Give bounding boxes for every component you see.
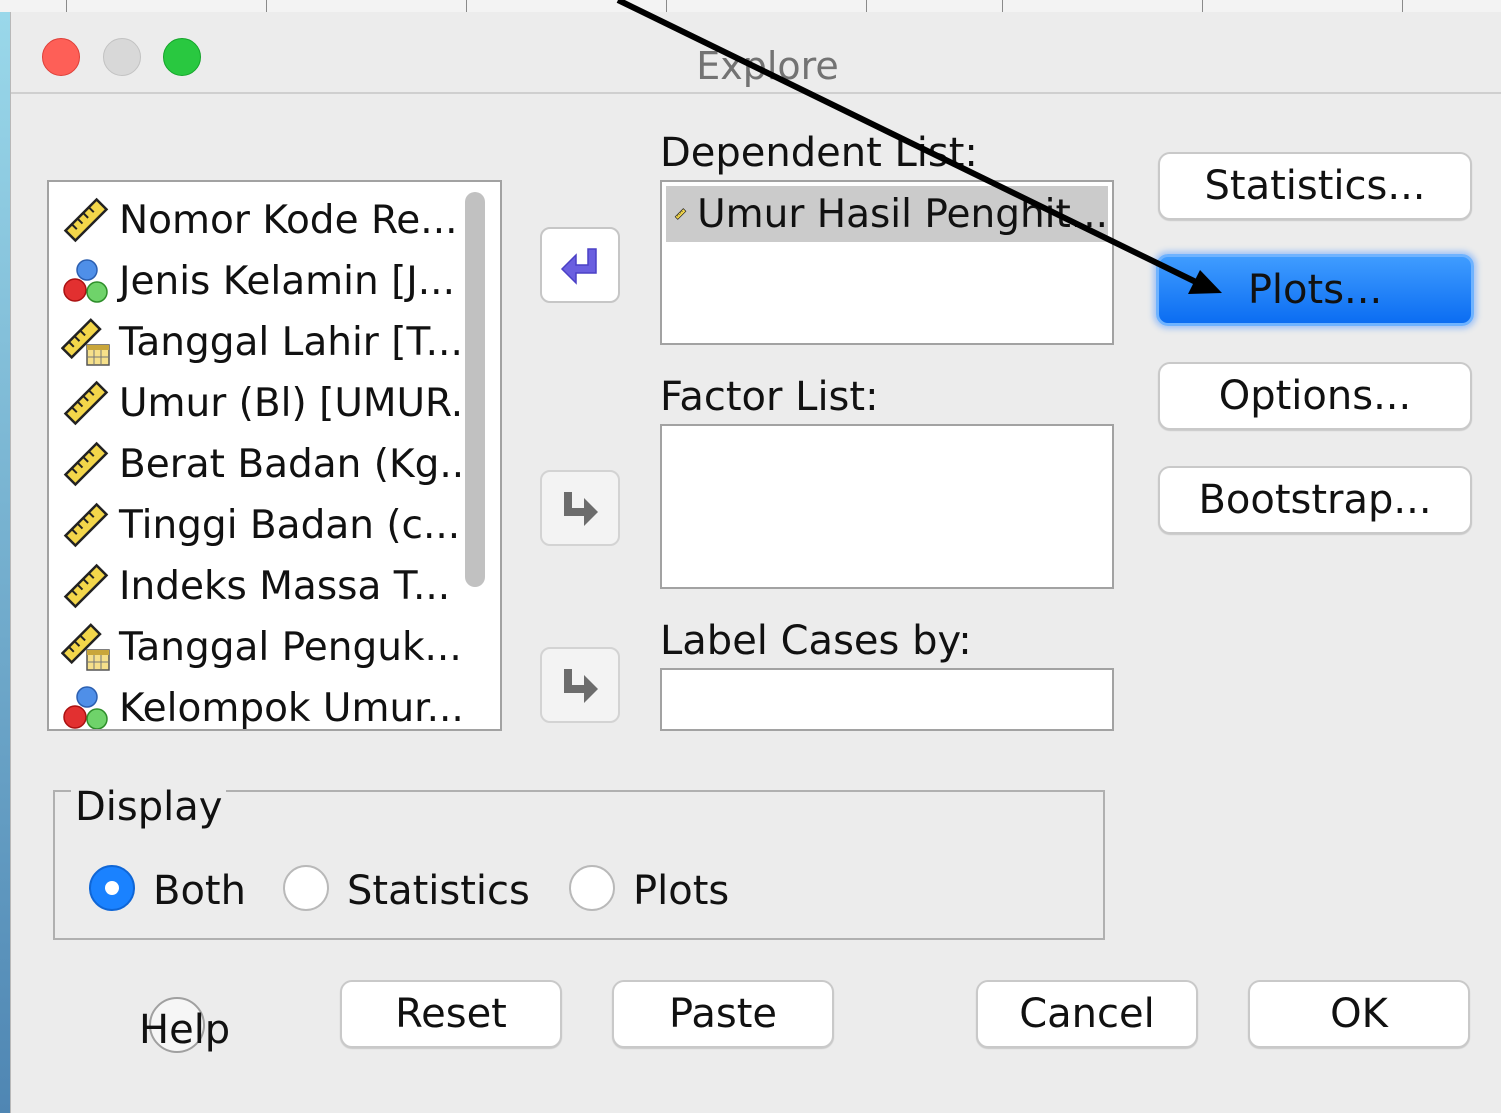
plots-button[interactable]: Plots... [1156, 254, 1474, 326]
variable-list-item[interactable]: Kelompok Umur... [61, 680, 464, 731]
options-button[interactable]: Options... [1158, 362, 1472, 430]
explore-dialog: Explore Nomor Kode Re... Jenis Kelamin [J… [10, 12, 1501, 1113]
sheet-cell [66, 0, 267, 12]
title-bar: Explore [11, 12, 1501, 94]
factor-list-label: Factor List: [660, 374, 879, 420]
sheet-cell [1202, 0, 1403, 12]
variable-list-item[interactable]: Jenis Kelamin [J... [61, 253, 455, 309]
background-desktop [0, 12, 10, 1113]
factor-list[interactable] [660, 424, 1114, 589]
arrow-right-icon [564, 492, 598, 526]
sheet-cell [666, 0, 867, 12]
variable-label: Kelompok Umur... [119, 685, 464, 731]
variable-label: Tanggal Lahir [T... [119, 319, 463, 365]
arrow-right-icon [564, 669, 598, 703]
display-plots-label[interactable]: Plots [633, 868, 729, 914]
variable-label: Indeks Massa T... [119, 563, 451, 609]
variable-label: Nomor Kode Re... [119, 197, 458, 243]
label-cases-field[interactable] [660, 668, 1114, 731]
sheet-cell [1002, 0, 1203, 12]
display-legend: Display [71, 784, 227, 830]
display-statistics-label[interactable]: Statistics [347, 868, 530, 914]
display-plots-radio[interactable] [569, 865, 615, 911]
variable-list-item[interactable]: Umur (Bl) [UMUR... [61, 375, 488, 431]
scale-ruler-icon [674, 208, 687, 220]
date-ruler-icon [61, 318, 110, 366]
sheet-cell [266, 0, 467, 12]
move-to-label-button[interactable] [540, 647, 620, 723]
label-cases-label: Label Cases by: [660, 618, 972, 664]
bootstrap-button[interactable]: Bootstrap... [1158, 466, 1472, 534]
variable-list[interactable]: Nomor Kode Re... Jenis Kelamin [J... Tangg… [47, 180, 502, 731]
variable-list-item[interactable]: Tanggal Penguk... [61, 619, 462, 675]
sheet-cell [0, 0, 67, 12]
reset-button[interactable]: Reset [340, 980, 562, 1048]
dependent-item-label: Umur Hasil Penghit... [697, 191, 1108, 237]
scale-ruler-icon [63, 197, 109, 243]
variable-list-item[interactable]: Nomor Kode Re... [61, 192, 458, 248]
variable-list-item[interactable]: Indeks Massa T... [61, 558, 450, 614]
sheet-cell [466, 0, 667, 12]
dependent-list[interactable]: Umur Hasil Penghit... [660, 180, 1114, 345]
variable-label: Berat Badan (Kg... [119, 441, 477, 487]
ok-button[interactable]: OK [1248, 980, 1470, 1048]
variable-list-scrollbar[interactable] [465, 192, 485, 587]
move-to-factor-button[interactable] [540, 470, 620, 546]
dependent-list-item[interactable]: Umur Hasil Penghit... [666, 186, 1108, 242]
cancel-button[interactable]: Cancel [976, 980, 1198, 1048]
variable-list-item[interactable]: Berat Badan (Kg... [61, 436, 477, 492]
nominal-balls-icon [63, 686, 108, 729]
dependent-list-label: Dependent List: [660, 130, 978, 176]
variable-label: Tinggi Badan (c... [119, 502, 461, 548]
window-title: Explore [696, 44, 839, 88]
scale-ruler-icon [63, 502, 109, 548]
scale-ruler-icon [63, 441, 109, 487]
variable-label: Tanggal Penguk... [119, 624, 462, 670]
display-both-label[interactable]: Both [153, 868, 246, 914]
nominal-balls-icon [63, 259, 108, 303]
display-both-radio[interactable] [89, 865, 135, 911]
help-button[interactable]: Help [139, 1007, 230, 1053]
variable-label: Umur (Bl) [UMUR... [119, 380, 488, 426]
scale-ruler-icon [63, 563, 109, 609]
scale-ruler-icon [63, 380, 109, 426]
variable-list-item[interactable]: Tinggi Badan (c... [61, 497, 460, 553]
date-ruler-icon [61, 623, 110, 671]
variable-list-item[interactable]: Tanggal Lahir [T... [61, 314, 463, 370]
paste-button[interactable]: Paste [612, 980, 834, 1048]
display-statistics-radio[interactable] [283, 865, 329, 911]
move-to-dependent-button[interactable] [540, 227, 620, 303]
arrow-left-icon [560, 248, 597, 285]
statistics-button[interactable]: Statistics... [1158, 152, 1472, 220]
variable-label: Jenis Kelamin [J... [119, 258, 455, 304]
sheet-cell [866, 0, 1003, 12]
